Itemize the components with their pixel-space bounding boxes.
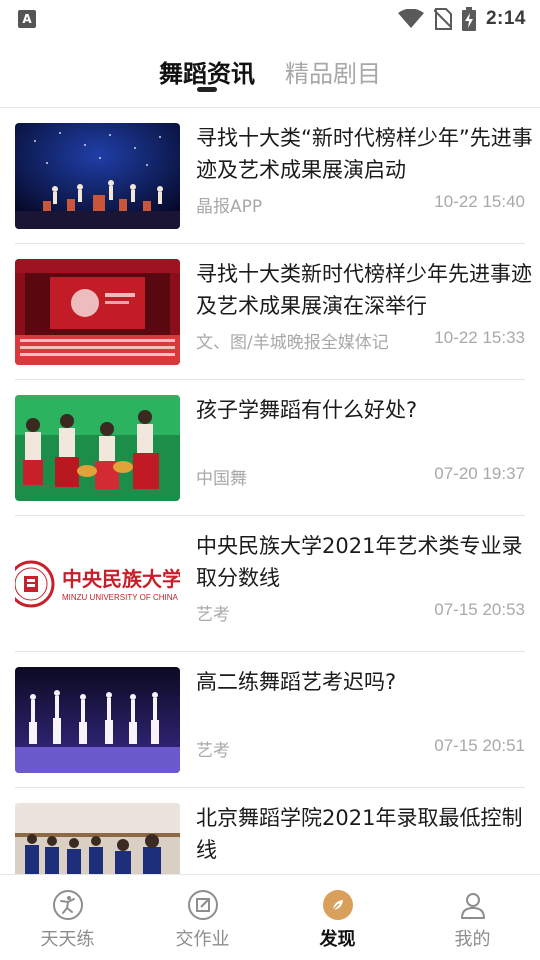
news-thumbnail	[15, 667, 180, 773]
news-title: 高二练舞蹈艺考迟吗?	[196, 670, 397, 694]
news-list[interactable]: 寻找十大类“新时代榜样少年”先进事迹及艺术成果展演启动 晶报APP 10-22 …	[0, 108, 540, 874]
battery-icon	[461, 7, 476, 31]
nav-submit-homework-label: 交作业	[175, 929, 230, 950]
news-item[interactable]: 寻找十大类“新时代榜样少年”先进事迹及艺术成果展演启动 晶报APP 10-22 …	[15, 108, 533, 244]
news-item[interactable]: 孩子学舞蹈有什么好处? 中国舞 07-20 19:37	[15, 380, 525, 516]
news-item[interactable]: 中央民族大学 MINZU UNIVERSITY OF CHINA 中央民族大学2…	[15, 516, 525, 652]
top-tab-bar: 舞蹈资讯 精品剧目	[0, 40, 540, 108]
nav-discover[interactable]: 发现	[270, 875, 405, 960]
university-logo-text-cn: 中央民族大学	[62, 567, 180, 591]
news-title: 北京舞蹈学院2021年录取最低控制线	[196, 806, 523, 862]
news-item[interactable]: 北京舞蹈学院2021年录取最低控制线	[15, 788, 525, 874]
news-source: 文、图/羊城晚报全媒体记	[196, 333, 389, 353]
nav-discover-label: 发现	[319, 929, 356, 950]
news-title: 中央民族大学2021年艺术类专业录取分数线	[196, 534, 523, 590]
news-time: 07-15 20:53	[434, 600, 525, 619]
wifi-icon	[397, 9, 424, 28]
news-time: 10-22 15:33	[434, 328, 525, 347]
tab-dance-news-label: 舞蹈资讯	[159, 60, 255, 88]
tab-featured-repertoire[interactable]: 精品剧目	[285, 40, 381, 107]
active-tab-indicator	[197, 87, 217, 92]
news-time: 07-15 20:51	[434, 736, 525, 755]
status-bar: A 2:14	[0, 0, 540, 38]
news-thumbnail	[15, 803, 180, 874]
news-thumbnail	[15, 395, 180, 501]
nav-submit-homework[interactable]: 交作业	[135, 875, 270, 960]
nav-daily-practice-label: 天天练	[40, 929, 95, 950]
news-source: 中国舞	[196, 469, 247, 489]
news-title: 寻找十大类“新时代榜样少年”先进事迹及艺术成果展演启动	[196, 126, 533, 182]
nav-daily-practice[interactable]: 天天练	[0, 875, 135, 960]
app-notification-icon: A	[18, 10, 36, 28]
news-title: 寻找十大类新时代榜样少年先进事迹及艺术成果展演在深举行	[196, 262, 532, 318]
tab-dance-news[interactable]: 舞蹈资讯	[159, 40, 255, 107]
news-thumbnail	[15, 259, 180, 365]
university-logo-text-en: MINZU UNIVERSITY OF CHINA	[62, 593, 178, 602]
news-source: 艺考	[196, 605, 230, 625]
news-time: 10-22 15:40	[434, 192, 525, 211]
tab-featured-repertoire-label: 精品剧目	[285, 60, 381, 88]
bottom-nav: 天天练 交作业 发现 我的	[0, 874, 540, 960]
nav-mine[interactable]: 我的	[405, 875, 540, 960]
news-time: 07-20 19:37	[434, 464, 525, 483]
news-thumbnail	[15, 123, 180, 229]
news-source: 艺考	[196, 741, 230, 761]
profile-icon	[460, 893, 485, 919]
news-item[interactable]: 高二练舞蹈艺考迟吗? 艺考 07-15 20:51	[15, 652, 525, 788]
news-source: 晶报APP	[196, 197, 263, 217]
dancer-icon	[52, 890, 83, 920]
status-time: 2:14	[485, 8, 526, 29]
nav-mine-label: 我的	[454, 929, 491, 950]
news-thumbnail: 中央民族大学 MINZU UNIVERSITY OF CHINA	[15, 531, 180, 637]
no-sim-icon	[433, 8, 452, 30]
news-item[interactable]: 寻找十大类新时代榜样少年先进事迹及艺术成果展演在深举行 文、图/羊城晚报全媒体记…	[15, 244, 532, 380]
compass-icon	[322, 890, 353, 920]
edit-icon	[187, 890, 218, 920]
news-title: 孩子学舞蹈有什么好处?	[196, 398, 418, 422]
